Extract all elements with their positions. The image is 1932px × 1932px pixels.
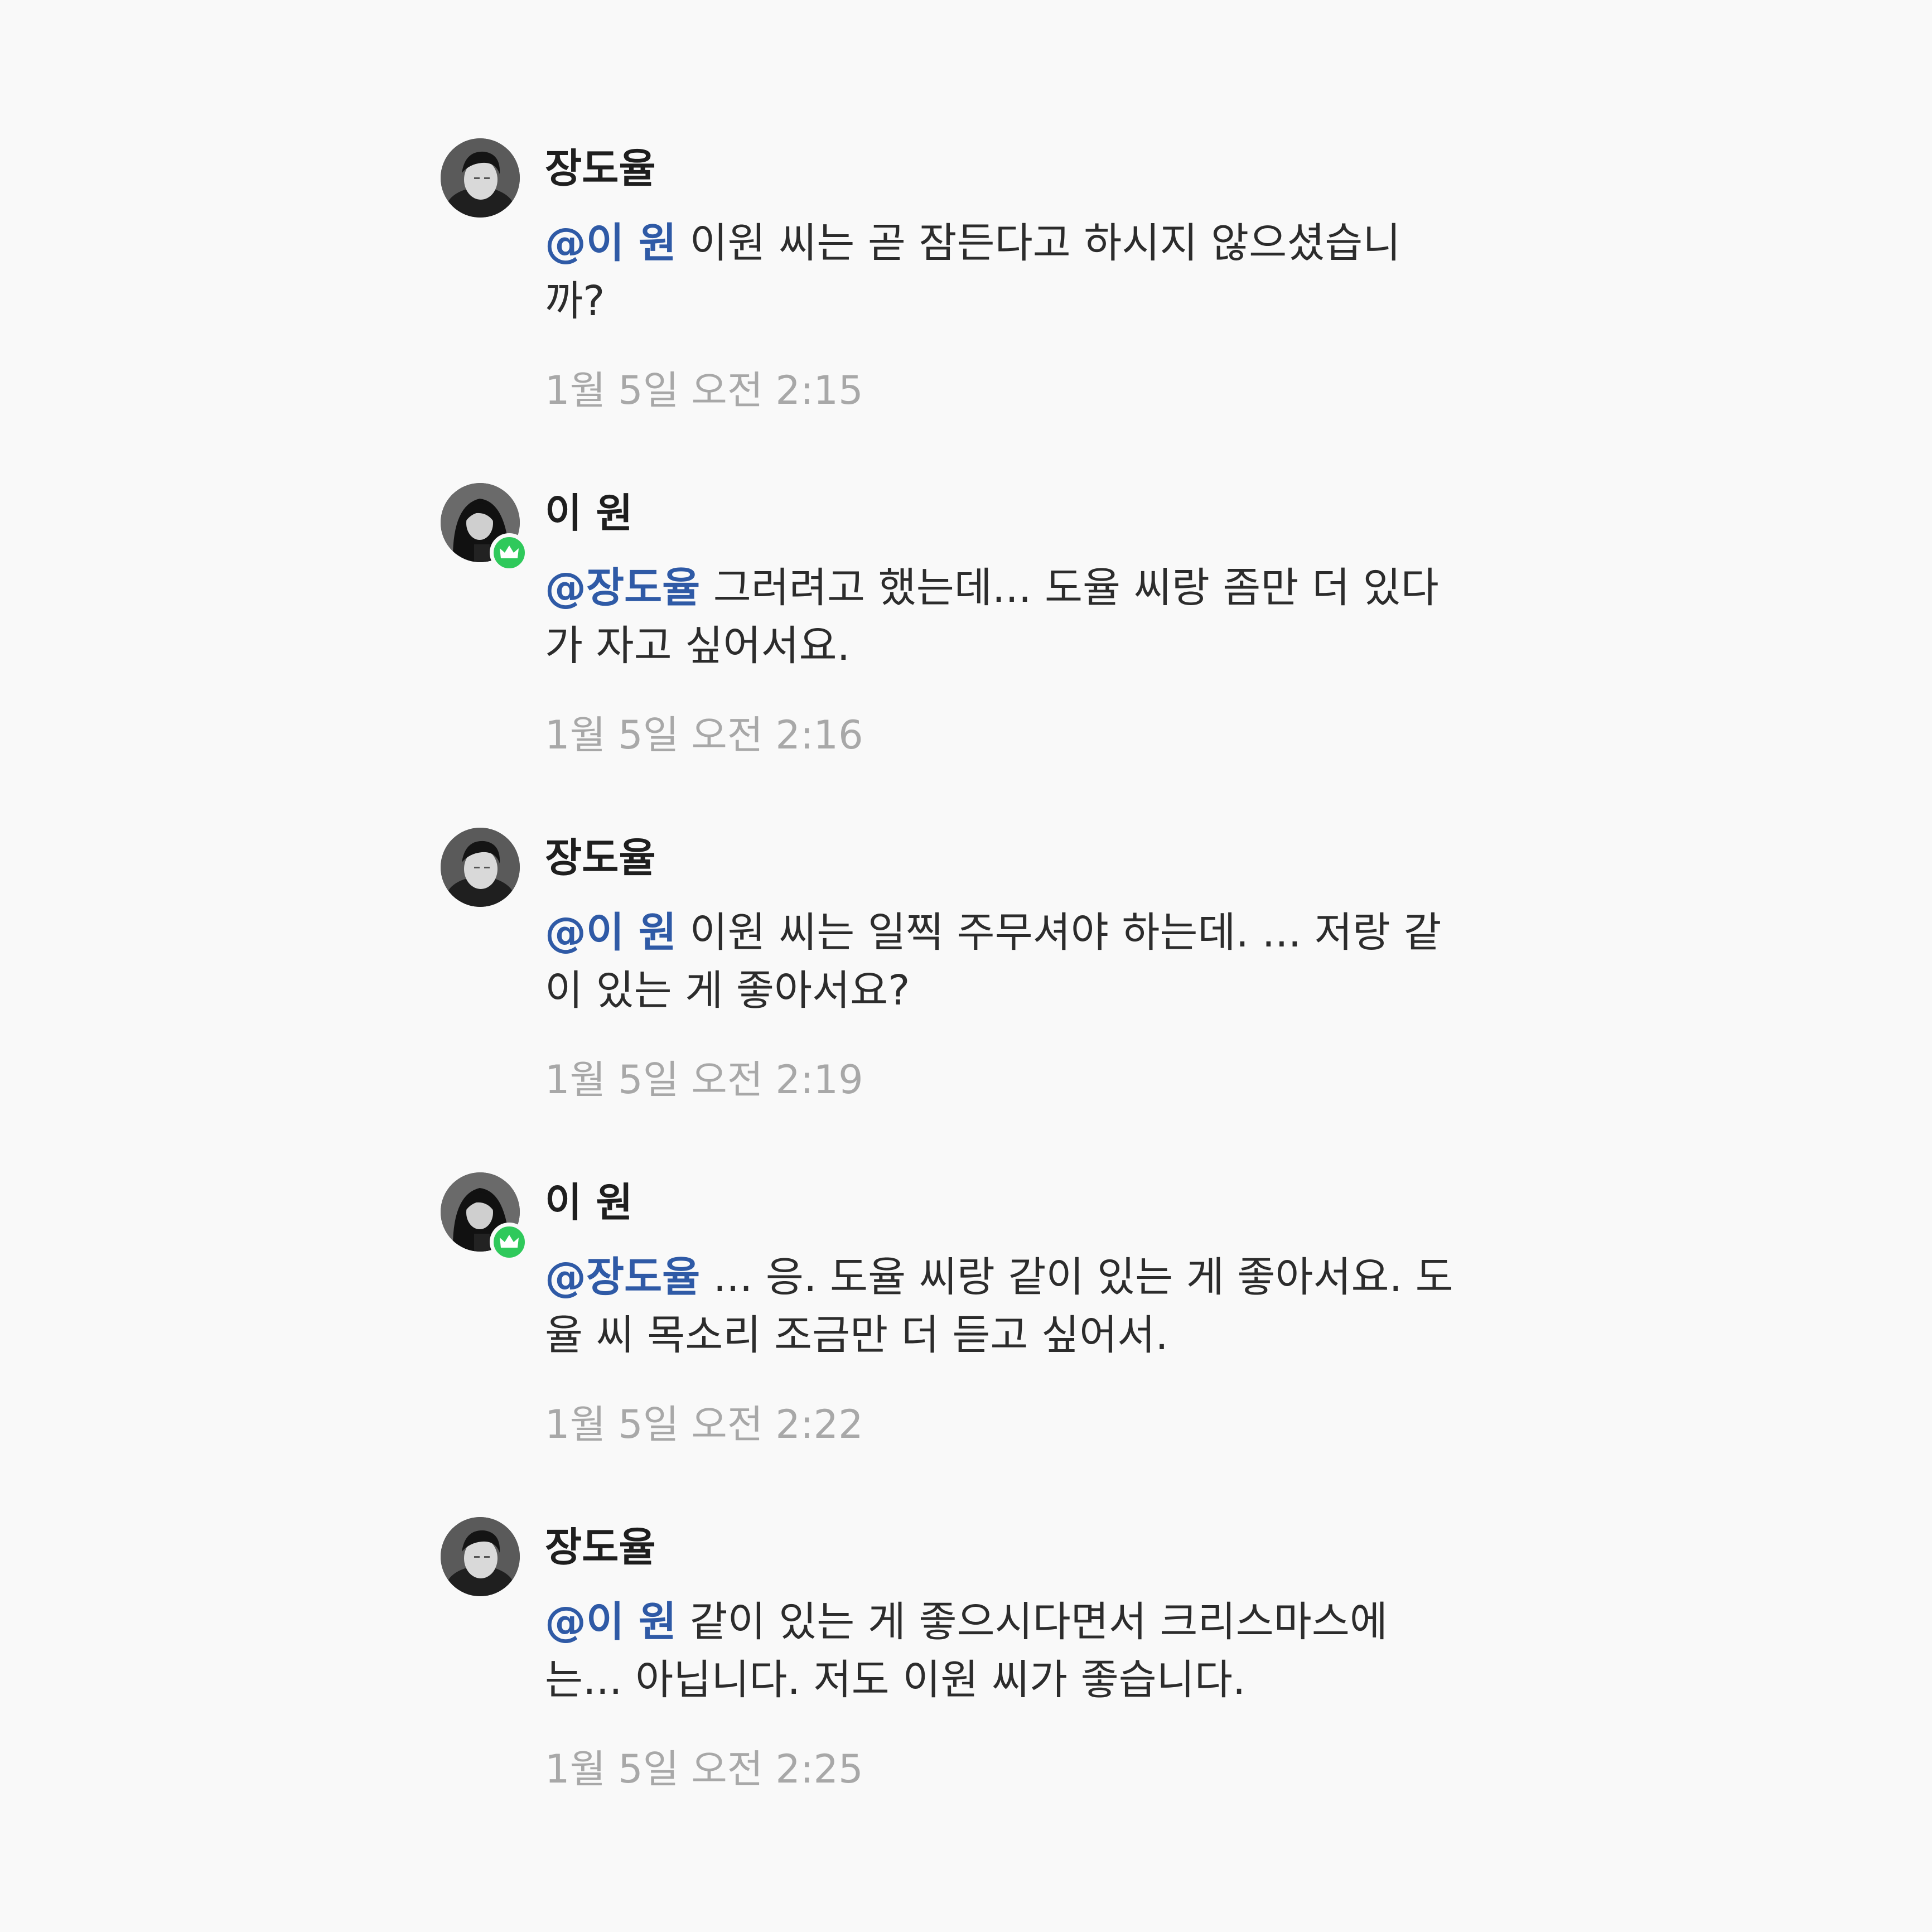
avatar[interactable] <box>441 138 520 218</box>
man-portrait-avatar-icon <box>441 138 520 218</box>
comment-item: 장도율 @이 원 이원 씨는 일찍 주무셔야 하는데. ... 저랑 같이 있는… <box>441 828 1500 1140</box>
crown-badge <box>490 533 529 572</box>
comment-timestamp: 1월 5일 오전 2:22 <box>545 1402 863 1447</box>
comment-timestamp: 1월 5일 오전 2:25 <box>545 1746 863 1792</box>
author-name[interactable]: 이 원 <box>545 1176 633 1229</box>
comment-text: 이원 씨는 일찍 주무셔야 하는데. ... 저랑 같이 있는 게 좋아서요? <box>545 909 1442 1015</box>
comment-item: 장도율 @이 원 같이 있는 게 좋으시다면서 크리스마스에는... 아닙니다.… <box>441 1517 1500 1829</box>
comment-body: @이 원 이원 씨는 일찍 주무셔야 하는데. ... 저랑 같이 있는 게 좋… <box>545 904 1460 1020</box>
crown-icon <box>500 545 519 558</box>
comment-item: 장도율 @이 원 이원 씨는 곧 잠든다고 하시지 않으셨습니까? 1월 5일 … <box>441 138 1500 451</box>
man-portrait-avatar-icon <box>441 828 520 907</box>
avatar[interactable] <box>441 828 520 907</box>
mention-link[interactable]: @장도율 <box>545 1253 700 1301</box>
comment-body: @이 원 같이 있는 게 좋으시다면서 크리스마스에는... 아닙니다. 저도 … <box>545 1593 1460 1709</box>
comment-timestamp: 1월 5일 오전 2:19 <box>545 1057 863 1103</box>
man-portrait-avatar-icon <box>441 1517 520 1596</box>
comment-thread-page: 장도율 @이 원 이원 씨는 곧 잠든다고 하시지 않으셨습니까? 1월 5일 … <box>0 0 1932 1932</box>
comment-item: 이 원 @장도율 ... 응. 도율 씨랑 같이 있는 게 좋아서요. 도율 씨… <box>441 1172 1500 1485</box>
comment-timestamp: 1월 5일 오전 2:16 <box>545 712 863 758</box>
mention-link[interactable]: @이 원 <box>545 219 677 267</box>
crown-badge <box>490 1223 529 1262</box>
mention-link[interactable]: @장도율 <box>545 564 700 612</box>
mention-link[interactable]: @이 원 <box>545 1598 677 1646</box>
author-name[interactable]: 이 원 <box>545 486 633 540</box>
author-name[interactable]: 장도율 <box>545 831 656 885</box>
crown-icon <box>500 1235 519 1248</box>
comment-body: @이 원 이원 씨는 곧 잠든다고 하시지 않으셨습니까? <box>545 214 1460 330</box>
comment-body: @장도율 그러려고 했는데... 도율 씨랑 좀만 더 있다가 자고 싶어서요. <box>545 559 1460 675</box>
comment-timestamp: 1월 5일 오전 2:15 <box>545 368 863 413</box>
mention-link[interactable]: @이 원 <box>545 909 677 957</box>
author-name[interactable]: 장도율 <box>545 1520 656 1574</box>
author-name[interactable]: 장도율 <box>545 142 656 195</box>
avatar[interactable] <box>441 1517 520 1596</box>
comment-thread: 장도율 @이 원 이원 씨는 곧 잠든다고 하시지 않으셨습니까? 1월 5일 … <box>0 0 1932 1932</box>
comment-item: 이 원 @장도율 그러려고 했는데... 도율 씨랑 좀만 더 있다가 자고 싶… <box>441 483 1500 795</box>
comment-body: @장도율 ... 응. 도율 씨랑 같이 있는 게 좋아서요. 도율 씨 목소리… <box>545 1248 1460 1364</box>
